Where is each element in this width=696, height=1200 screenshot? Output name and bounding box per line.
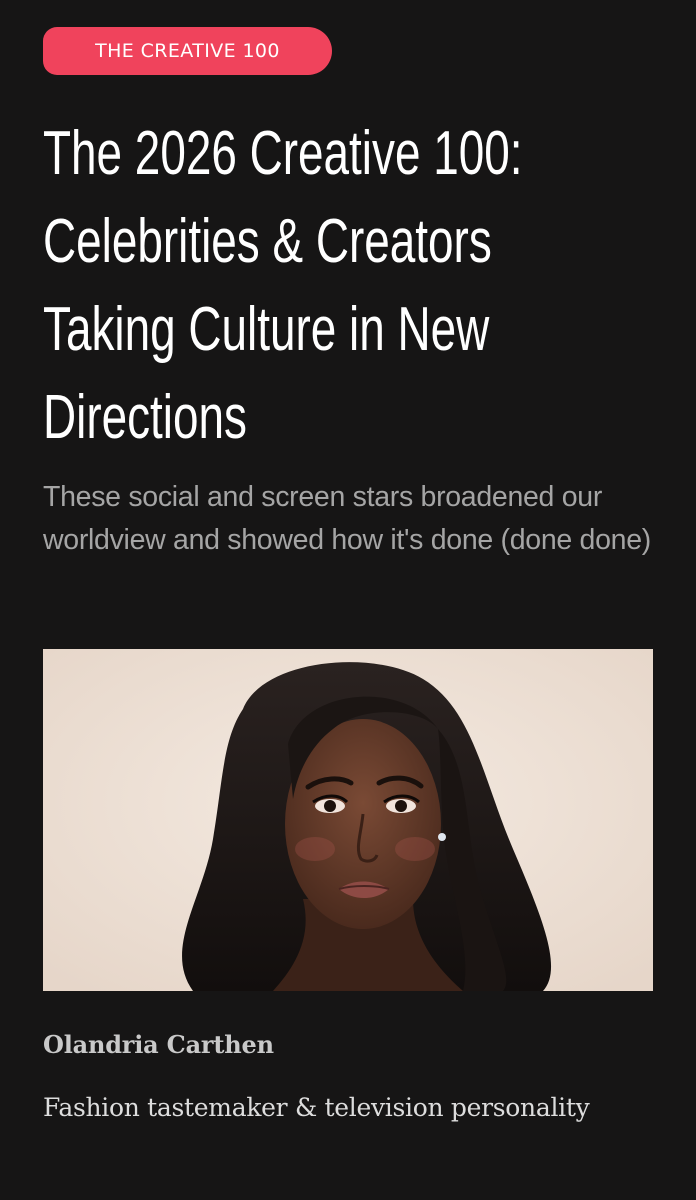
feature-name: Olandria Carthen (43, 1030, 274, 1059)
headline-line-4: Directions (43, 383, 247, 452)
headline-line-3: Taking Culture in New (43, 295, 490, 364)
portrait-illustration (43, 649, 653, 991)
category-tag[interactable]: THE CREATIVE 100 (43, 27, 332, 75)
headline-line-1: The 2026 Creative 100: (43, 119, 523, 188)
article-subhead: These social and screen stars broadened … (43, 481, 651, 556)
feature-description: Fashion tastemaker & television personal… (43, 1093, 590, 1122)
portrait-photo[interactable] (43, 649, 653, 991)
headline-line-2: Celebrities & Creators (43, 207, 492, 276)
article-headline: The 2026 Creative 100: Celebrities & Cre… (43, 110, 523, 462)
